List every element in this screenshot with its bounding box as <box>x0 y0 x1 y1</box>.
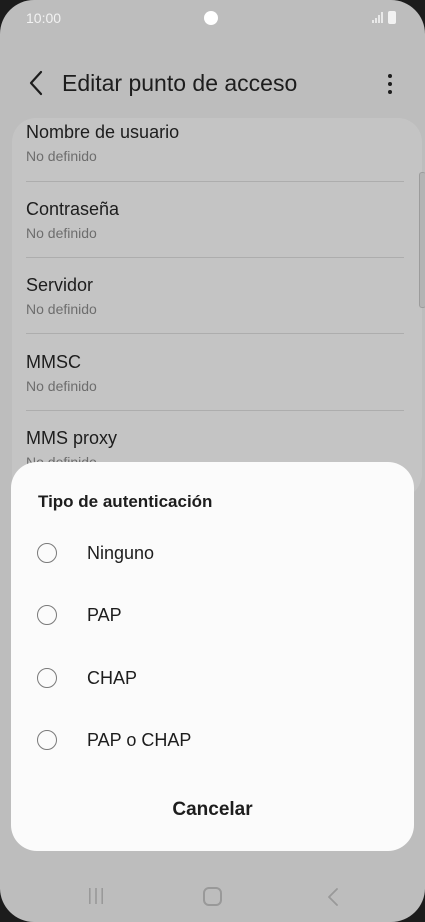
setting-value: No definido <box>26 378 97 394</box>
option-pap[interactable]: PAP <box>25 588 400 644</box>
divider <box>26 257 404 258</box>
setting-username[interactable]: Nombre de usuario No definido <box>26 118 404 194</box>
status-time: 10:00 <box>26 10 62 26</box>
setting-value: No definido <box>26 148 97 164</box>
phone-screen: 10:00 Editar punto de acceso Nombre de u… <box>0 0 425 922</box>
back-arrow-icon[interactable] <box>28 70 44 96</box>
radio-button[interactable] <box>37 730 57 750</box>
setting-label: Nombre de usuario <box>26 122 180 142</box>
divider <box>26 333 404 334</box>
setting-label: MMSC <box>26 352 81 372</box>
settings-list: Nombre de usuario No definido Contraseña… <box>12 118 422 498</box>
radio-button[interactable] <box>37 668 57 688</box>
divider <box>26 181 404 182</box>
setting-password[interactable]: Contraseña No definido <box>26 195 404 271</box>
more-options-icon[interactable] <box>380 72 400 96</box>
status-bar: 10:00 <box>0 0 425 38</box>
nav-back-icon[interactable] <box>326 886 340 908</box>
recent-apps-icon[interactable] <box>86 887 106 905</box>
option-label: PAP o CHAP <box>87 730 192 750</box>
option-ninguno[interactable]: Ninguno <box>25 526 400 582</box>
navigation-bar <box>0 870 425 922</box>
front-camera <box>204 11 218 25</box>
signal-icon <box>372 12 383 23</box>
option-label: Ninguno <box>87 543 155 563</box>
cancel-button[interactable]: Cancelar <box>111 792 314 828</box>
setting-label: Contraseña <box>26 199 120 219</box>
setting-label: MMS proxy <box>26 428 118 448</box>
setting-value: No definido <box>26 301 97 317</box>
divider <box>26 410 404 411</box>
option-chap[interactable]: CHAP <box>25 651 400 707</box>
option-label: PAP <box>87 605 122 625</box>
battery-icon <box>388 11 396 24</box>
option-label: CHAP <box>87 668 138 688</box>
scroll-indicator[interactable] <box>419 172 425 308</box>
authentication-type-dialog: Tipo de autenticación Ninguno PAP CHAP P… <box>11 462 414 851</box>
setting-value: No definido <box>26 225 97 241</box>
radio-button[interactable] <box>37 605 57 625</box>
page-title: Editar punto de acceso <box>62 70 298 96</box>
app-header: Editar punto de acceso <box>0 56 425 112</box>
dialog-title: Tipo de autenticación <box>38 492 213 511</box>
setting-server[interactable]: Servidor No definido <box>26 271 404 347</box>
home-icon[interactable] <box>203 887 222 906</box>
setting-label: Servidor <box>26 275 94 295</box>
option-pap-o-chap[interactable]: PAP o CHAP <box>25 713 400 769</box>
setting-mmsc[interactable]: MMSC No definido <box>26 348 404 424</box>
radio-button[interactable] <box>37 543 57 563</box>
